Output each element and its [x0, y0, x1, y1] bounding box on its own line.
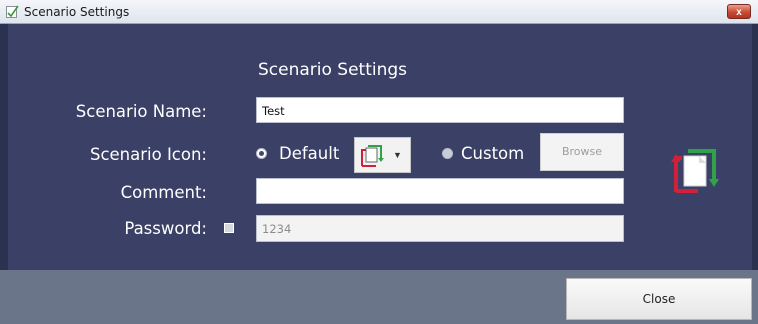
- icon-default-radio[interactable]: [256, 148, 267, 159]
- scenario-preview-icon: [671, 149, 719, 193]
- close-button[interactable]: Close: [566, 278, 752, 320]
- page-title: Scenario Settings: [258, 60, 408, 80]
- window-title: Scenario Settings: [24, 5, 130, 19]
- scenario-name-label: Scenario Name:: [75, 102, 207, 121]
- close-icon[interactable]: x: [727, 4, 751, 19]
- scenario-name-input[interactable]: Test: [256, 97, 624, 123]
- icon-default-label[interactable]: Default: [279, 144, 339, 163]
- comment-label: Comment:: [120, 183, 207, 202]
- app-icon: [6, 5, 19, 18]
- password-checkbox[interactable]: [224, 223, 234, 233]
- title-bar: Scenario Settings x: [0, 0, 758, 24]
- icon-custom-label[interactable]: Custom: [461, 144, 524, 163]
- icon-custom-radio[interactable]: [442, 148, 453, 159]
- browse-button[interactable]: Browse: [540, 133, 624, 171]
- password-input[interactable]: 1234: [256, 215, 624, 242]
- password-label: Password:: [124, 219, 207, 238]
- icon-dropdown[interactable]: ▼: [354, 137, 411, 173]
- scenario-icon: [361, 145, 384, 167]
- scenario-icon-label: Scenario Icon:: [89, 145, 207, 164]
- comment-input[interactable]: [256, 178, 624, 204]
- dropdown-caret-icon: ▼: [393, 150, 402, 160]
